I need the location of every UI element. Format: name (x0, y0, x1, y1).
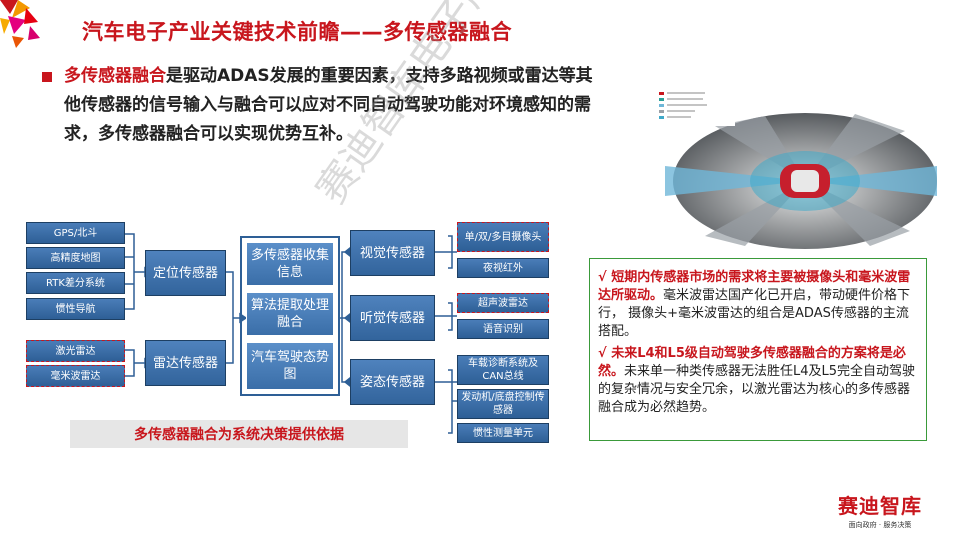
radar-sensor: 雷达传感器 (145, 340, 226, 386)
note-1: √ 短期内传感器市场的需求将主要被摄像头和毫米波雷达所驱动。毫米波雷达国产化已开… (598, 269, 918, 341)
attitude-sensor: 姿态传感器 (350, 359, 435, 405)
center-collect: 多传感器收集信息 (246, 242, 334, 286)
brand-slogan: 面向政府 · 服务决策 (848, 521, 912, 529)
sensor-coverage-image (655, 86, 937, 249)
vision-sensor: 视觉传感器 (350, 230, 435, 276)
brand-logo: 赛迪智库 面向政府 · 服务决策 (820, 490, 940, 530)
item-ultrasonic: 超声波雷达 (457, 293, 549, 313)
item-mmwave-radar: 毫米波雷达 (26, 365, 125, 387)
brand-name: 赛迪智库 (838, 494, 922, 518)
note-2-text: 未来单一种类传感器无法胜任L4及L5完全自动驾驶的复杂情况与安全冗余，以激光雷达… (598, 364, 916, 415)
center-algorithm: 算法提取处理融合 (246, 292, 334, 336)
item-hd-map: 高精度地图 (26, 247, 125, 269)
diagram-caption: 多传感器融合为系统决策提供依据 (70, 420, 408, 448)
center-situation-map: 汽车驾驶态势图 (246, 342, 334, 390)
note-2-mark: √ (598, 346, 612, 361)
positioning-sensor: 定位传感器 (145, 250, 226, 296)
item-rtk: RTK差分系统 (26, 272, 125, 294)
item-inertial-nav: 惯性导航 (26, 298, 125, 320)
item-lidar: 激光雷达 (26, 340, 125, 362)
item-imu: 惯性测量单元 (457, 423, 549, 443)
note-1-mark: √ (598, 270, 612, 285)
item-obd-can: 车载诊断系统及CAN总线 (457, 355, 549, 385)
item-engine-chassis: 发动机/底盘控制传感器 (457, 389, 549, 419)
notes-box: √ 短期内传感器市场的需求将主要被摄像头和毫米波雷达所驱动。毫米波雷达国产化已开… (589, 258, 927, 441)
audio-sensor: 听觉传感器 (350, 295, 435, 341)
item-night-vision: 夜视红外 (457, 258, 549, 278)
item-gps: GPS/北斗 (26, 222, 125, 244)
item-camera: 单/双/多目摄像头 (457, 222, 549, 252)
note-2: √ 未来L4和L5级自动驾驶多传感器融合的方案将是必然。未来单一种类传感器无法胜… (598, 345, 918, 417)
item-voice: 语音识别 (457, 319, 549, 339)
